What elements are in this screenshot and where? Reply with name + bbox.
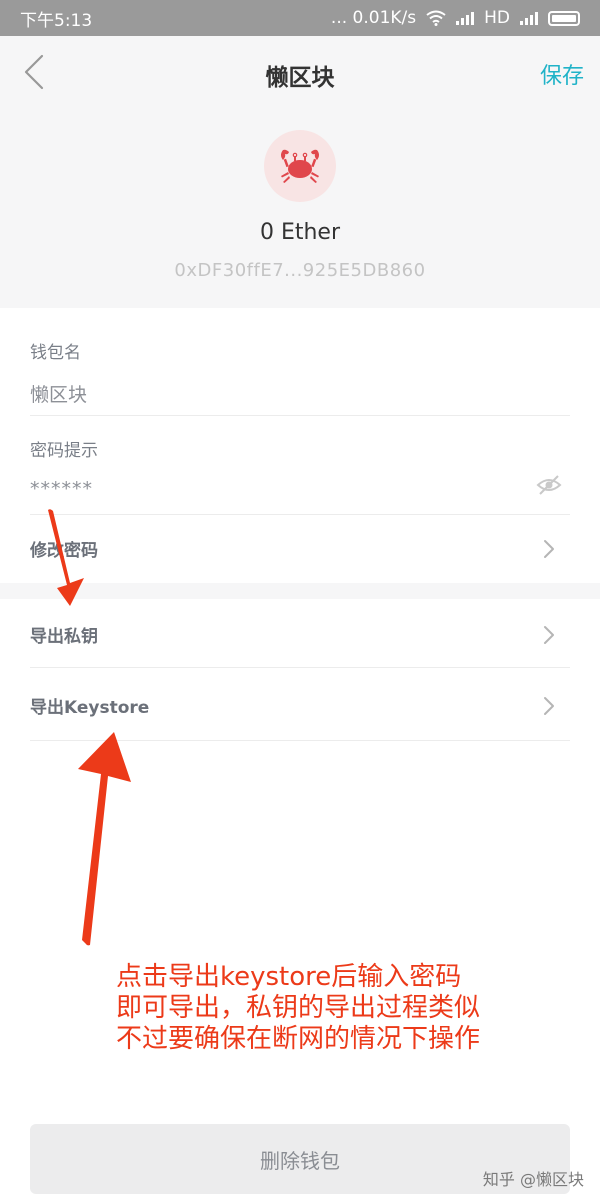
change-password-row[interactable]: 修改密码 (0, 520, 600, 576)
change-password-label: 修改密码 (30, 540, 98, 561)
toggle-visibility-button[interactable] (536, 474, 562, 496)
battery-icon (548, 10, 580, 26)
save-button[interactable]: 保存 (540, 58, 584, 90)
signal-icon-2 (520, 11, 538, 25)
status-bar: 下午5:13 ... 0.01K/s HD (0, 0, 600, 36)
wallet-name-input[interactable]: 懒区块 (30, 380, 87, 407)
eye-hidden-icon (536, 475, 562, 495)
divider (30, 514, 570, 515)
arrow-up (78, 732, 131, 946)
section-gap (0, 583, 600, 599)
crab-icon (281, 149, 319, 183)
watermark: 知乎 @懒区块 (482, 1170, 584, 1189)
password-hint-label: 密码提示 (30, 441, 98, 461)
network-type: HD (484, 8, 510, 28)
wallet-avatar (264, 130, 336, 202)
wallet-balance: 0 Ether (259, 220, 341, 245)
status-time: 下午5:13 (20, 10, 93, 31)
chevron-right-icon (544, 697, 554, 715)
wallet-name-label: 钱包名 (30, 343, 81, 363)
annotation-line-3: 不过要确保在断网的情况下操作 (116, 1024, 481, 1054)
divider (30, 667, 570, 668)
signal-icon (456, 11, 475, 25)
password-hint-input[interactable]: ****** (30, 478, 93, 500)
status-indicators: ... 0.01K/s HD (331, 8, 580, 28)
export-keystore-label: 导出Keystore (30, 697, 150, 718)
export-private-key-label: 导出私钥 (30, 626, 98, 647)
wifi-icon (426, 10, 446, 26)
divider (30, 415, 570, 416)
page-title: 懒区块 (265, 65, 335, 91)
annotation-line-1: 点击导出keystore后输入密码 (116, 962, 462, 992)
export-keystore-row[interactable]: 导出Keystore (0, 677, 600, 733)
annotation-text: 点击导出keystore后输入密码 即可导出，私钥的导出过程类似 不过要确保在断… (116, 962, 576, 1055)
chevron-right-icon (544, 540, 554, 558)
export-private-key-row[interactable]: 导出私钥 (0, 606, 600, 662)
wallet-address[interactable]: 0xDF30ffE7...925E5DB860 (0, 260, 600, 281)
network-speed: ... 0.01K/s (330, 8, 417, 28)
chevron-right-icon (544, 626, 554, 644)
divider (30, 740, 570, 741)
annotation-line-2: 即可导出，私钥的导出过程类似 (116, 993, 481, 1023)
